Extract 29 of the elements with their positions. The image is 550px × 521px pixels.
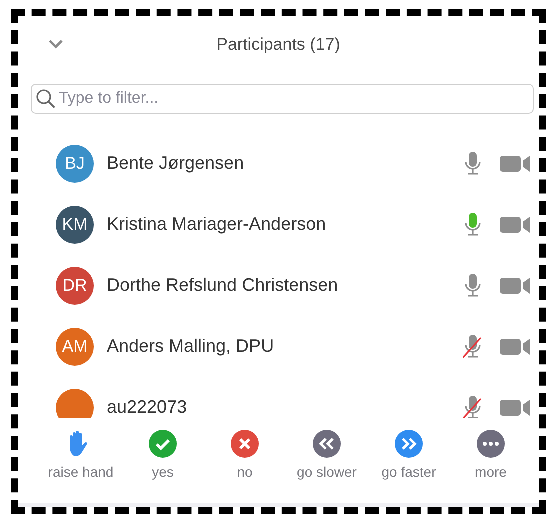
video-camera-icon[interactable] [500, 276, 530, 294]
participant-name: au222073 [107, 397, 188, 418]
reaction-button[interactable]: go faster [368, 430, 450, 503]
search-icon [36, 89, 56, 109]
video-camera-icon[interactable] [500, 338, 530, 356]
microphone-icon[interactable] [463, 212, 483, 238]
chevron-icon[interactable] [49, 40, 63, 49]
avatar: DR [56, 266, 94, 304]
video-camera-icon[interactable] [500, 154, 530, 172]
participant-name: Bente Jørgensen [107, 153, 244, 174]
reaction-button[interactable]: more [450, 430, 532, 503]
video-camera-icon[interactable] [500, 216, 530, 234]
avatar: KM [56, 206, 94, 244]
participant-name: Kristina Mariager-Anderson [107, 214, 326, 235]
avatar: AM [56, 328, 94, 366]
muted-microphone-icon[interactable] [463, 394, 483, 418]
reaction-button[interactable]: yes [122, 430, 204, 503]
search-field[interactable]: Type to filter... [31, 84, 534, 114]
microphone-icon[interactable] [463, 150, 483, 176]
reaction-button[interactable]: go slower [286, 430, 368, 503]
reaction-button[interactable]: no [204, 430, 286, 503]
reaction-button[interactable]: raise hand [40, 430, 122, 503]
muted-microphone-icon[interactable] [463, 334, 483, 360]
video-camera-icon[interactable] [500, 398, 530, 416]
participant-name: Anders Malling, DPU [107, 336, 274, 357]
panel-title: Participants (17) [216, 35, 340, 55]
avatar: BJ [56, 144, 94, 182]
participant-name: Dorthe Refslund Christensen [107, 275, 338, 296]
microphone-icon[interactable] [463, 272, 483, 298]
